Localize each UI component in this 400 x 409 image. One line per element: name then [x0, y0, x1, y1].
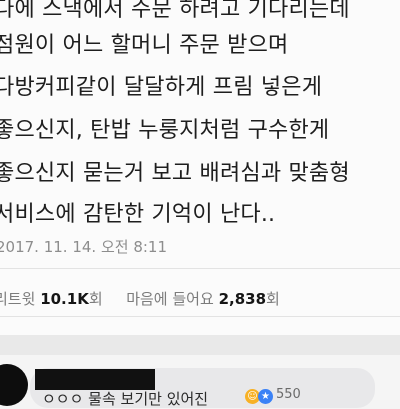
retweet-count: 10.1K — [40, 290, 89, 308]
section-separator — [0, 335, 400, 355]
like-reaction-icon: ★ — [258, 389, 273, 404]
tweet-text-line: 좋으신지 묻는거 보고 배려심과 맞춤형 — [0, 161, 350, 186]
comment-text: ㅇㅇㅇ 물속 보기만 있어진 — [42, 390, 209, 408]
tweet-text-line: 다에 스낵에서 주문 하려고 기다리는데 — [0, 0, 350, 22]
tweet-text-line: 점원이 어느 할머니 주문 받으며 — [0, 33, 289, 58]
retweet-unit: 회 — [88, 290, 103, 308]
retweet-stat[interactable]: 리트윗 10.1K회 — [0, 290, 107, 308]
redacted-username — [35, 369, 155, 390]
tweet-text-line: 다방커피같이 달달하게 프림 넣은게 — [0, 75, 323, 100]
divider — [0, 268, 400, 269]
tweet-text-line: 서비스에 감탄한 기억이 난다.. — [0, 202, 276, 227]
like-count: 2,838 — [218, 290, 267, 308]
like-stat[interactable]: 마음에 들어요 2,838회 — [126, 290, 280, 308]
tweet-text-line: 좋으신지, 탄밥 누룽지처럼 구수한게 — [0, 118, 330, 143]
like-unit: 회 — [266, 290, 280, 308]
retweet-label: 리트윗 — [0, 290, 36, 308]
tweet-timestamp[interactable]: 2017. 11. 14. 오전 8:11 — [0, 236, 167, 257]
divider — [0, 316, 400, 317]
like-label: 마음에 들어요 — [126, 290, 214, 308]
tweet-card: 다에 스낵에서 주문 하려고 기다리는데 점원이 어느 할머니 주문 받으며 다… — [0, 0, 400, 335]
tweet-stats: 리트윗 10.1K회 마음에 들어요 2,838회 — [0, 288, 280, 309]
